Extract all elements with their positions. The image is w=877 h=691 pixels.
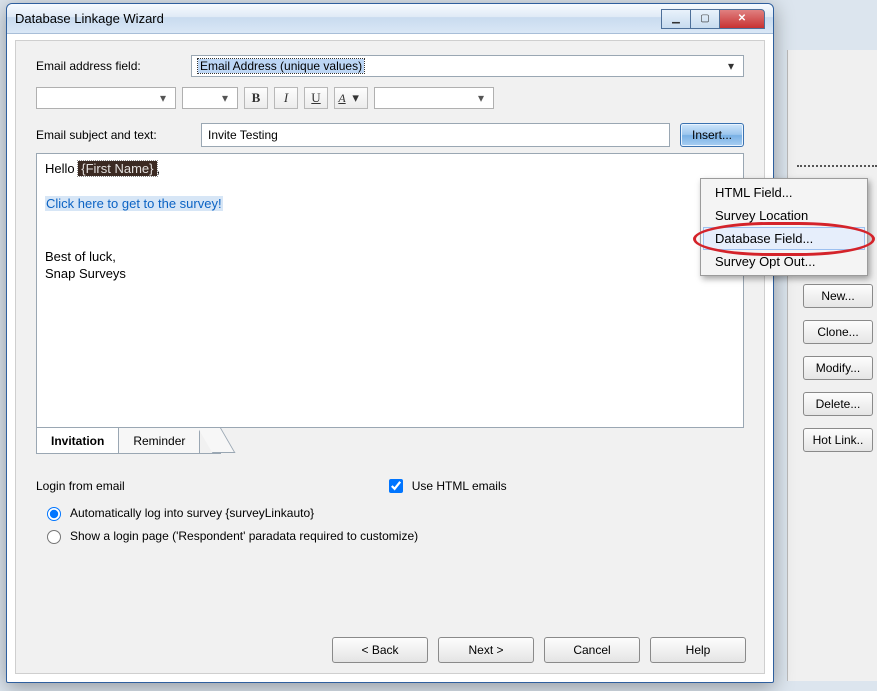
signoff-line-1: Best of luck, — [45, 248, 735, 266]
bg-modify-button[interactable]: Modify... — [803, 356, 873, 380]
body-tabs: Invitation Reminder — [36, 428, 744, 454]
close-button[interactable] — [719, 9, 765, 29]
login-page-radio[interactable]: Show a login page ('Respondent' paradata… — [42, 527, 744, 544]
merge-first-name: {First Name} — [78, 161, 156, 176]
greeting-post: , — [157, 161, 161, 176]
chevron-down-icon — [723, 59, 739, 73]
login-section: Login from email Use HTML emails Automat… — [36, 476, 744, 544]
background-button-stack: New... Clone... Modify... Delete... Hot … — [803, 284, 873, 464]
maximize-button[interactable] — [690, 9, 720, 29]
menu-survey-location[interactable]: Survey Location — [703, 204, 865, 227]
bg-delete-button[interactable]: Delete... — [803, 392, 873, 416]
style-select[interactable] — [374, 87, 494, 109]
email-field-row: Email address field: Email Address (uniq… — [36, 55, 744, 77]
chevron-down-icon — [155, 91, 171, 105]
email-field-select[interactable]: Email Address (unique values) — [191, 55, 744, 77]
use-html-checkbox[interactable]: Use HTML emails — [385, 476, 507, 496]
dialog-window: Database Linkage Wizard Email address fi… — [6, 3, 774, 683]
use-html-label: Use HTML emails — [412, 479, 507, 493]
body-editor[interactable]: Hello {First Name}, Click here to get to… — [36, 153, 744, 428]
cancel-button[interactable]: Cancel — [544, 637, 640, 663]
titlebar[interactable]: Database Linkage Wizard — [7, 4, 773, 34]
insert-menu: HTML Field... Survey Location Database F… — [700, 178, 868, 276]
bg-new-button[interactable]: New... — [803, 284, 873, 308]
survey-link[interactable]: Click here to get to the survey! — [45, 196, 223, 211]
chevron-down-icon — [348, 90, 364, 106]
chevron-down-icon — [217, 91, 233, 105]
insert-button[interactable]: Insert... — [680, 123, 744, 147]
tab-reminder[interactable]: Reminder — [118, 428, 200, 454]
use-html-checkbox-input[interactable] — [389, 479, 403, 493]
underline-button[interactable]: U — [304, 87, 328, 109]
menu-html-field[interactable]: HTML Field... — [703, 181, 865, 204]
menu-survey-opt-out[interactable]: Survey Opt Out... — [703, 250, 865, 273]
italic-button[interactable]: I — [274, 87, 298, 109]
tab-trail-decor — [199, 428, 221, 454]
format-toolbar: B I U A — [36, 87, 744, 109]
help-button[interactable]: Help — [650, 637, 746, 663]
signoff-line-2: Snap Surveys — [45, 265, 735, 283]
next-button[interactable]: Next > — [438, 637, 534, 663]
window-controls — [662, 9, 765, 29]
bold-button[interactable]: B — [244, 87, 268, 109]
login-heading: Login from email — [36, 479, 125, 493]
dialog-footer: < Back Next > Cancel Help — [16, 637, 764, 663]
login-auto-radio-input[interactable] — [47, 507, 61, 521]
font-family-select[interactable] — [36, 87, 176, 109]
login-auto-radio[interactable]: Automatically log into survey {surveyLin… — [42, 504, 744, 521]
login-auto-label: Automatically log into survey {surveyLin… — [70, 506, 314, 520]
login-page-radio-input[interactable] — [47, 530, 61, 544]
background-divider — [797, 165, 877, 171]
font-color-icon: A — [338, 91, 345, 106]
subject-row: Email subject and text: Insert... — [36, 123, 744, 147]
greeting-pre: Hello — [45, 161, 78, 176]
email-field-value: Email Address (unique values) — [198, 59, 364, 73]
back-button[interactable]: < Back — [332, 637, 428, 663]
login-page-label: Show a login page ('Respondent' paradata… — [70, 529, 418, 543]
bg-hotlink-button[interactable]: Hot Link.. — [803, 428, 873, 452]
subject-label: Email subject and text: — [36, 128, 191, 142]
body-line-greeting: Hello {First Name}, — [45, 160, 735, 178]
tab-invitation[interactable]: Invitation — [36, 428, 119, 454]
minimize-button[interactable] — [661, 9, 691, 29]
chevron-down-icon — [473, 91, 489, 105]
bg-clone-button[interactable]: Clone... — [803, 320, 873, 344]
dialog-client: Email address field: Email Address (uniq… — [15, 40, 765, 674]
font-size-select[interactable] — [182, 87, 238, 109]
subject-input[interactable] — [201, 123, 670, 147]
window-title: Database Linkage Wizard — [15, 11, 662, 26]
font-color-button[interactable]: A — [334, 87, 368, 109]
menu-database-field[interactable]: Database Field... — [703, 227, 865, 250]
email-field-label: Email address field: — [36, 59, 191, 73]
